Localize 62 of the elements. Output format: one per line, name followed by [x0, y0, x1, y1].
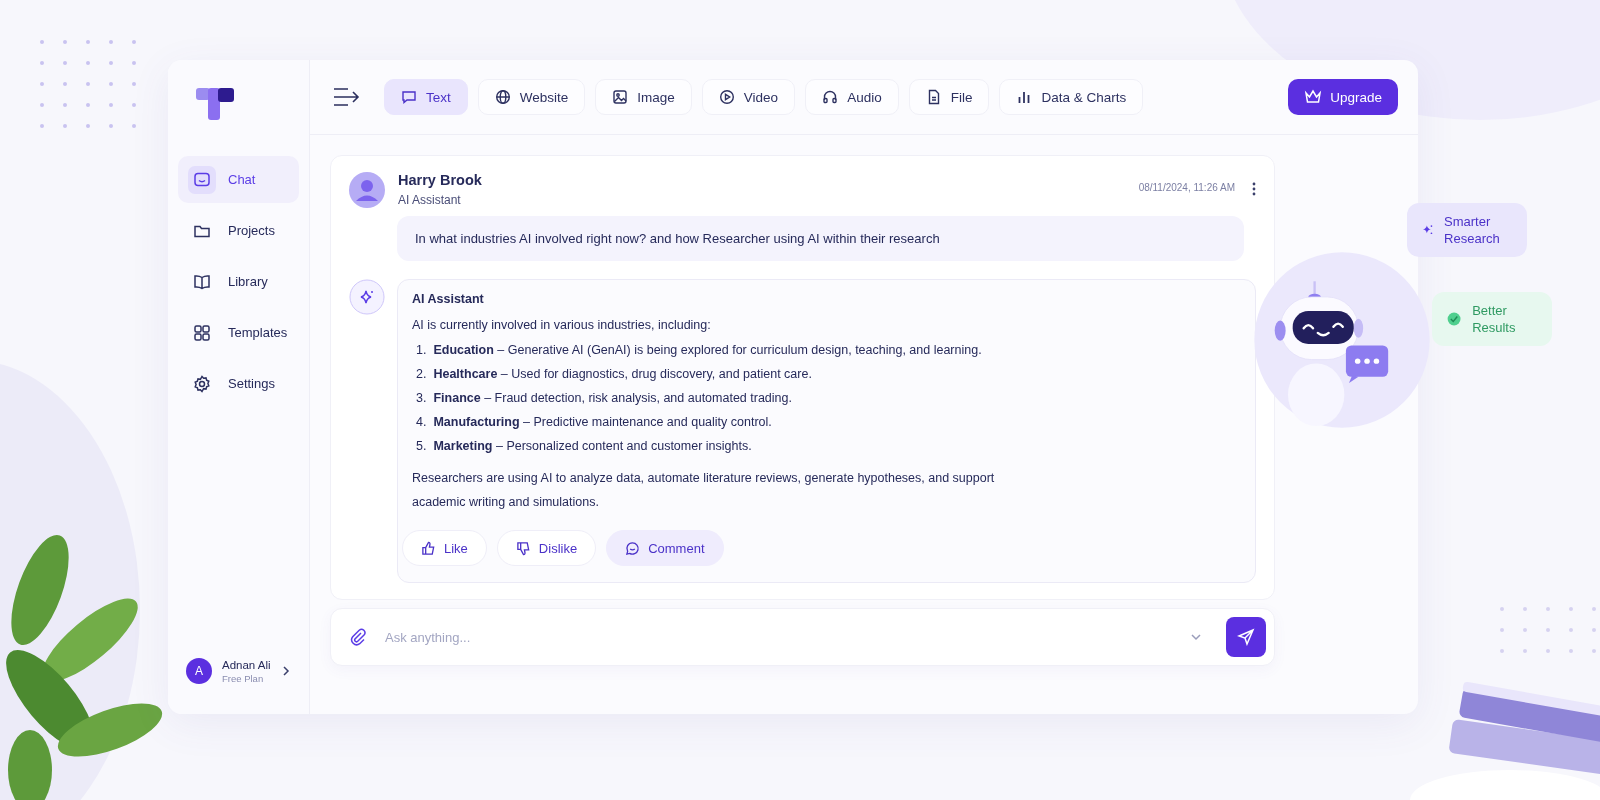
- assistant-intro: AI is currently involved in various industries, including:: [412, 318, 712, 332]
- list-item-text: Manufacturing – Predictive maintenance and quality control.: [433, 415, 772, 429]
- list-item-text: Healthcare – Used for diagnostics, drug discovery, and patient care.: [433, 367, 812, 381]
- sidebar-item[interactable]: Chat: [178, 156, 299, 203]
- feature-badge: Smarter Research: [1407, 203, 1527, 257]
- sidebar-item[interactable]: Settings: [178, 360, 299, 407]
- globe-icon: [494, 89, 511, 105]
- paperclip-icon[interactable]: [349, 628, 367, 646]
- message-time: 08/11/2024, 11:26 AM: [1138, 182, 1235, 193]
- list-item-text: Marketing – Personalized content and customer insights.: [433, 439, 752, 453]
- toolbar-tab[interactable]: Audio: [805, 79, 899, 115]
- logo-icon: [196, 88, 236, 120]
- book-icon: [193, 272, 211, 291]
- list-number: 1.: [416, 343, 427, 357]
- assistant-title: AI Assistant: [412, 292, 485, 306]
- reaction-button[interactable]: Like: [402, 530, 487, 566]
- play-icon: [718, 89, 735, 105]
- headphones-icon: [822, 89, 839, 105]
- list-number: 2.: [416, 367, 427, 381]
- menu-icon[interactable]: [332, 86, 360, 108]
- chevron-down-icon[interactable]: [1190, 633, 1202, 641]
- sparkle-icon: [349, 279, 385, 315]
- thumbs-down-icon: [515, 540, 531, 556]
- sender-name: Harry Brook: [398, 172, 482, 188]
- toolbar-tab[interactable]: Text: [384, 79, 468, 115]
- toolbar-tab[interactable]: File: [908, 79, 990, 115]
- user-message: In what industries AI involved right now? and how Researcher using AI within their research: [397, 216, 1244, 261]
- user-avatar: A: [186, 658, 212, 684]
- comment-icon: [625, 540, 641, 556]
- user-name: Adnan Ali: [222, 658, 271, 671]
- upgrade-button[interactable]: Upgrade: [1288, 79, 1398, 115]
- feature-badge: Better Results: [1432, 292, 1552, 346]
- settings-icon: [193, 374, 211, 393]
- list-item-text: Finance – Fraud detection, risk analysis, and automated trading.: [433, 391, 792, 405]
- sidebar-item[interactable]: Projects: [178, 207, 299, 254]
- avatar-silhouette: [349, 172, 385, 208]
- list-number: 5.: [416, 439, 427, 453]
- sender-role: AI Assistant: [398, 193, 462, 207]
- send-button[interactable]: [1226, 617, 1266, 657]
- send-icon: [1237, 628, 1255, 646]
- list-number: 4.: [416, 415, 427, 429]
- grid-icon: [193, 323, 211, 342]
- reaction-button[interactable]: Dislike: [496, 530, 597, 566]
- sidebar-item[interactable]: Templates: [178, 309, 299, 356]
- list-number: 3.: [416, 391, 427, 405]
- image-icon: [612, 89, 629, 105]
- crown-icon: [1304, 89, 1323, 105]
- chat-icon: [401, 89, 417, 105]
- user-plan: Free Plan: [222, 672, 265, 684]
- chat-icon: [193, 170, 211, 189]
- sidebar-item[interactable]: Library: [178, 258, 299, 305]
- more-icon[interactable]: [1252, 182, 1256, 196]
- toolbar-tab[interactable]: Data & Charts: [999, 79, 1144, 115]
- message-input[interactable]: Ask anything...: [383, 628, 1174, 646]
- list-item-text: Education – Generative AI (GenAI) is being explored for curriculum design, teaching, and learning.: [433, 343, 982, 357]
- toolbar-tab[interactable]: Website: [477, 79, 586, 115]
- reaction-button[interactable]: Comment: [606, 530, 724, 566]
- toolbar-tab[interactable]: Video: [701, 79, 796, 115]
- toolbar-tab[interactable]: Image: [595, 79, 692, 115]
- thumbs-up-icon: [421, 540, 436, 556]
- chevron-right-icon[interactable]: [280, 665, 291, 677]
- assistant-paragraph: Researchers are using AI to analyze data, automate literature reviews, generate hypotheses, and support academic writing and simulations.: [412, 470, 996, 511]
